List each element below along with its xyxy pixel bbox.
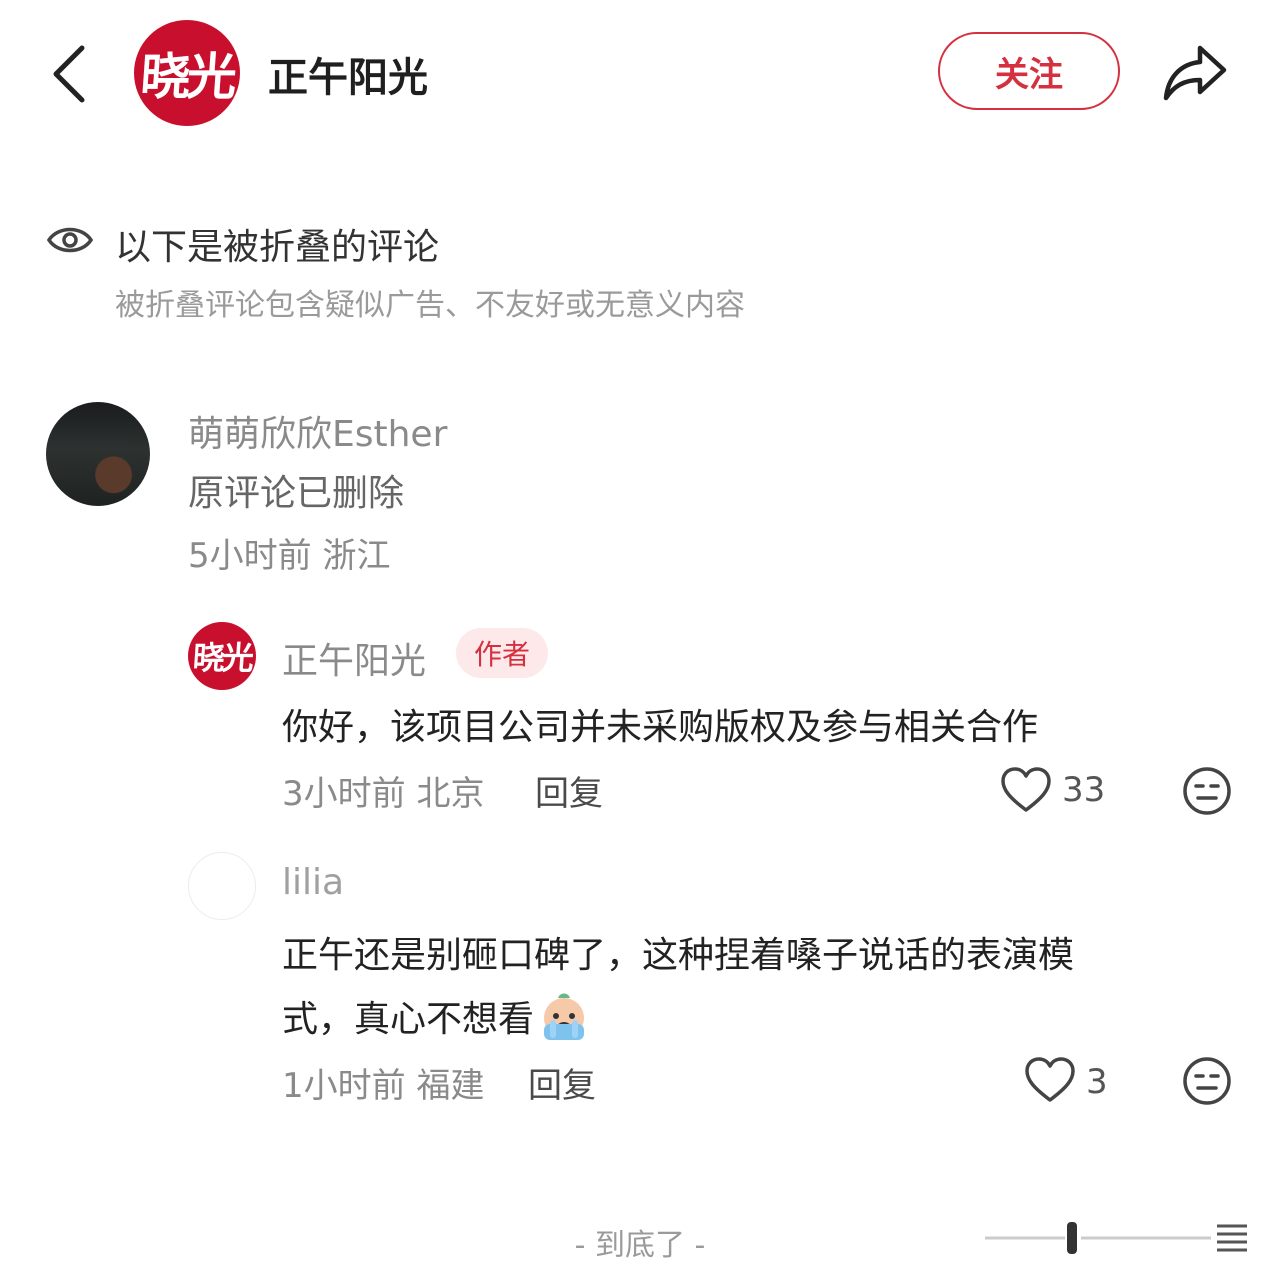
like-count: 33: [1062, 770, 1106, 810]
like-button[interactable]: [1024, 1056, 1076, 1104]
reply-meta: 3小时前 北京: [282, 774, 485, 814]
share-arrow-icon: [1163, 45, 1227, 101]
logo-glyph: 晓光: [191, 639, 253, 677]
reply-author-name[interactable]: 正午阳光: [282, 632, 426, 684]
crying-emoji-icon: [544, 993, 585, 1040]
reply-text: 正午还是别砸口碑了，这种捏着嗓子说话的表演模: [282, 935, 1075, 976]
back-button[interactable]: [40, 38, 100, 110]
heart-icon: [1025, 1057, 1075, 1102]
eye-icon: [46, 222, 94, 258]
logo-glyph: 晓光: [138, 47, 235, 106]
comment-meta: 5小时前 浙江: [188, 536, 391, 576]
comment-text: 原评论已删除: [188, 473, 405, 514]
commenter-name[interactable]: 萌萌欣欣Esther: [188, 405, 447, 457]
share-button[interactable]: [1160, 40, 1230, 106]
heart-icon: [1001, 767, 1051, 812]
folded-comments-subtitle: 被折叠评论包含疑似广告、不友好或无意义内容: [115, 288, 745, 323]
reply-button[interactable]: 回复: [535, 766, 603, 815]
reply-text-line2: 式，真心不想看: [282, 990, 590, 1042]
reply-avatar[interactable]: 晓光: [188, 622, 256, 690]
dislike-button[interactable]: [1182, 766, 1232, 816]
neutral-face-icon: [1183, 1057, 1231, 1105]
watermark-lines-icon: [985, 1218, 1251, 1258]
reply-text-continuation: 式，真心不想看: [282, 999, 535, 1040]
like-count: 3: [1086, 1062, 1108, 1102]
reply-author-name[interactable]: lilia: [282, 862, 344, 903]
commenter-avatar[interactable]: [46, 402, 150, 506]
account-logo[interactable]: 晓光: [134, 20, 240, 126]
reply-meta: 1小时前 福建: [282, 1066, 485, 1106]
reply-button[interactable]: 回复: [528, 1058, 596, 1107]
dislike-button[interactable]: [1182, 1056, 1232, 1106]
neutral-face-icon: [1183, 767, 1231, 815]
like-button[interactable]: [1000, 766, 1052, 814]
chevron-left-icon: [53, 45, 85, 103]
reply-avatar[interactable]: [188, 852, 256, 920]
reply-text: 你好，该项目公司并未采购版权及参与相关合作: [282, 707, 1039, 748]
folded-comments-title: 以下是被折叠的评论: [115, 227, 440, 268]
account-name[interactable]: 正午阳光: [268, 45, 428, 103]
author-badge: 作者: [456, 628, 549, 678]
follow-button[interactable]: 关注: [938, 32, 1120, 110]
